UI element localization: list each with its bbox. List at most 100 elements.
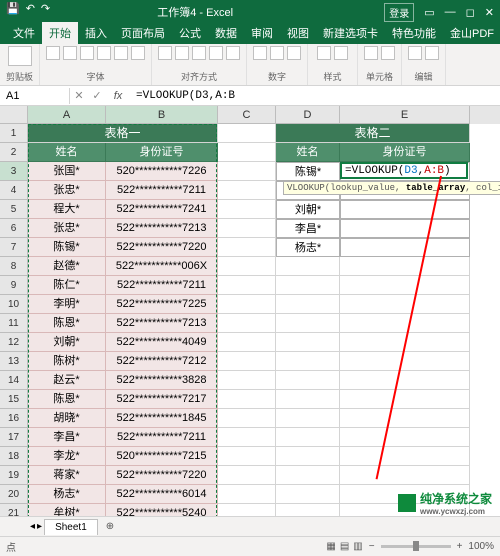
wrap-icon[interactable] [209,46,223,60]
cell[interactable]: 张忠* [28,181,106,200]
cell[interactable]: 表格二 [276,124,470,143]
cell[interactable] [218,314,276,333]
tab-home[interactable]: 开始 [42,22,78,44]
view-page-icon[interactable]: ▤ [340,541,349,552]
row-header[interactable]: 9 [0,276,28,295]
cell[interactable] [218,295,276,314]
cell[interactable]: 陈仁* [28,276,106,295]
cell[interactable] [218,409,276,428]
row-header[interactable]: 13 [0,352,28,371]
cell[interactable] [340,219,470,238]
login-button[interactable]: 登录 [384,3,414,22]
cell[interactable] [276,409,340,428]
zoom-level[interactable]: 100% [468,541,494,552]
row-header[interactable]: 2 [0,143,28,162]
row-header[interactable]: 21 [0,504,28,516]
row-header[interactable]: 12 [0,333,28,352]
bold-icon[interactable] [46,46,60,60]
align-center-icon[interactable] [175,46,189,60]
cell[interactable]: 程大* [28,200,106,219]
cell[interactable]: 牟树* [28,504,106,516]
row-header[interactable]: 8 [0,257,28,276]
cell[interactable] [218,447,276,466]
cell[interactable]: 陈树* [28,352,106,371]
row-header[interactable]: 5 [0,200,28,219]
cell[interactable] [340,390,470,409]
cell[interactable]: 陈锡* [276,162,340,181]
cell[interactable] [276,428,340,447]
zoom-slider[interactable] [381,545,451,548]
col-header-b[interactable]: B [106,106,218,124]
cell[interactable]: 陈恩* [28,314,106,333]
col-header-a[interactable]: A [28,106,106,124]
cell[interactable] [340,200,470,219]
cell[interactable] [218,219,276,238]
row-header[interactable]: 17 [0,428,28,447]
cell[interactable] [218,485,276,504]
cell[interactable] [218,181,276,200]
cell[interactable] [218,124,276,143]
table-style-icon[interactable] [334,46,348,60]
cell[interactable]: 刘朝* [276,200,340,219]
dec-inc-icon[interactable] [287,46,301,60]
cell[interactable]: 李昌* [276,219,340,238]
cell[interactable]: 蒋家* [28,466,106,485]
fx-icon[interactable]: fx [106,90,130,102]
autosum-icon[interactable] [408,46,422,60]
cell[interactable]: 李龙* [28,447,106,466]
cell[interactable] [276,504,340,516]
align-right-icon[interactable] [192,46,206,60]
redo-icon[interactable]: ↷ [41,2,50,15]
cell[interactable] [276,257,340,276]
cell[interactable]: 陈锡* [28,238,106,257]
cell[interactable]: 杨志* [28,485,106,504]
col-header-c[interactable]: C [218,106,276,124]
cell[interactable] [340,333,470,352]
cell[interactable]: 522***********7220 [106,238,218,257]
cell[interactable] [340,295,470,314]
cell[interactable] [218,143,276,162]
cell[interactable]: 522***********7211 [106,181,218,200]
comma-icon[interactable] [270,46,284,60]
cell[interactable] [340,371,470,390]
row-header[interactable]: 20 [0,485,28,504]
view-break-icon[interactable]: ▥ [353,541,362,552]
cell[interactable]: 522***********006X [106,257,218,276]
row-header[interactable]: 19 [0,466,28,485]
name-box[interactable]: A1 [0,88,70,104]
cell[interactable] [218,371,276,390]
sheet-tab-1[interactable]: Sheet1 [44,519,98,535]
cell[interactable] [340,276,470,295]
sheet-nav-next-icon[interactable]: ▸ [37,521,42,532]
cell[interactable] [340,428,470,447]
tab-insert[interactable]: 插入 [78,22,114,44]
cell[interactable]: 522***********7217 [106,390,218,409]
tab-file[interactable]: 文件 [6,22,42,44]
row-header[interactable]: 3 [0,162,28,181]
cell[interactable] [276,333,340,352]
row-header[interactable]: 18 [0,447,28,466]
sheet-nav-prev-icon[interactable]: ◂ [30,521,35,532]
cell[interactable]: 陈恩* [28,390,106,409]
save-icon[interactable]: 💾 [6,2,20,15]
cell[interactable]: 刘朝* [28,333,106,352]
col-header-e[interactable]: E [340,106,470,124]
cell[interactable] [218,276,276,295]
cell[interactable]: 522***********3828 [106,371,218,390]
cell[interactable] [340,238,470,257]
cell[interactable]: 522***********7211 [106,276,218,295]
cell[interactable]: 张国* [28,162,106,181]
cell[interactable]: 赵德* [28,257,106,276]
cell[interactable] [276,352,340,371]
row-header[interactable]: 10 [0,295,28,314]
add-sheet-icon[interactable]: ⊕ [100,519,120,534]
cell[interactable]: 522***********5240 [106,504,218,516]
cell[interactable] [276,466,340,485]
tab-review[interactable]: 审阅 [244,22,280,44]
cell[interactable] [276,276,340,295]
merge-icon[interactable] [226,46,240,60]
cell[interactable] [340,314,470,333]
cell[interactable] [340,447,470,466]
select-all-corner[interactable] [0,106,28,124]
cell[interactable]: 身份证号 [106,143,218,162]
